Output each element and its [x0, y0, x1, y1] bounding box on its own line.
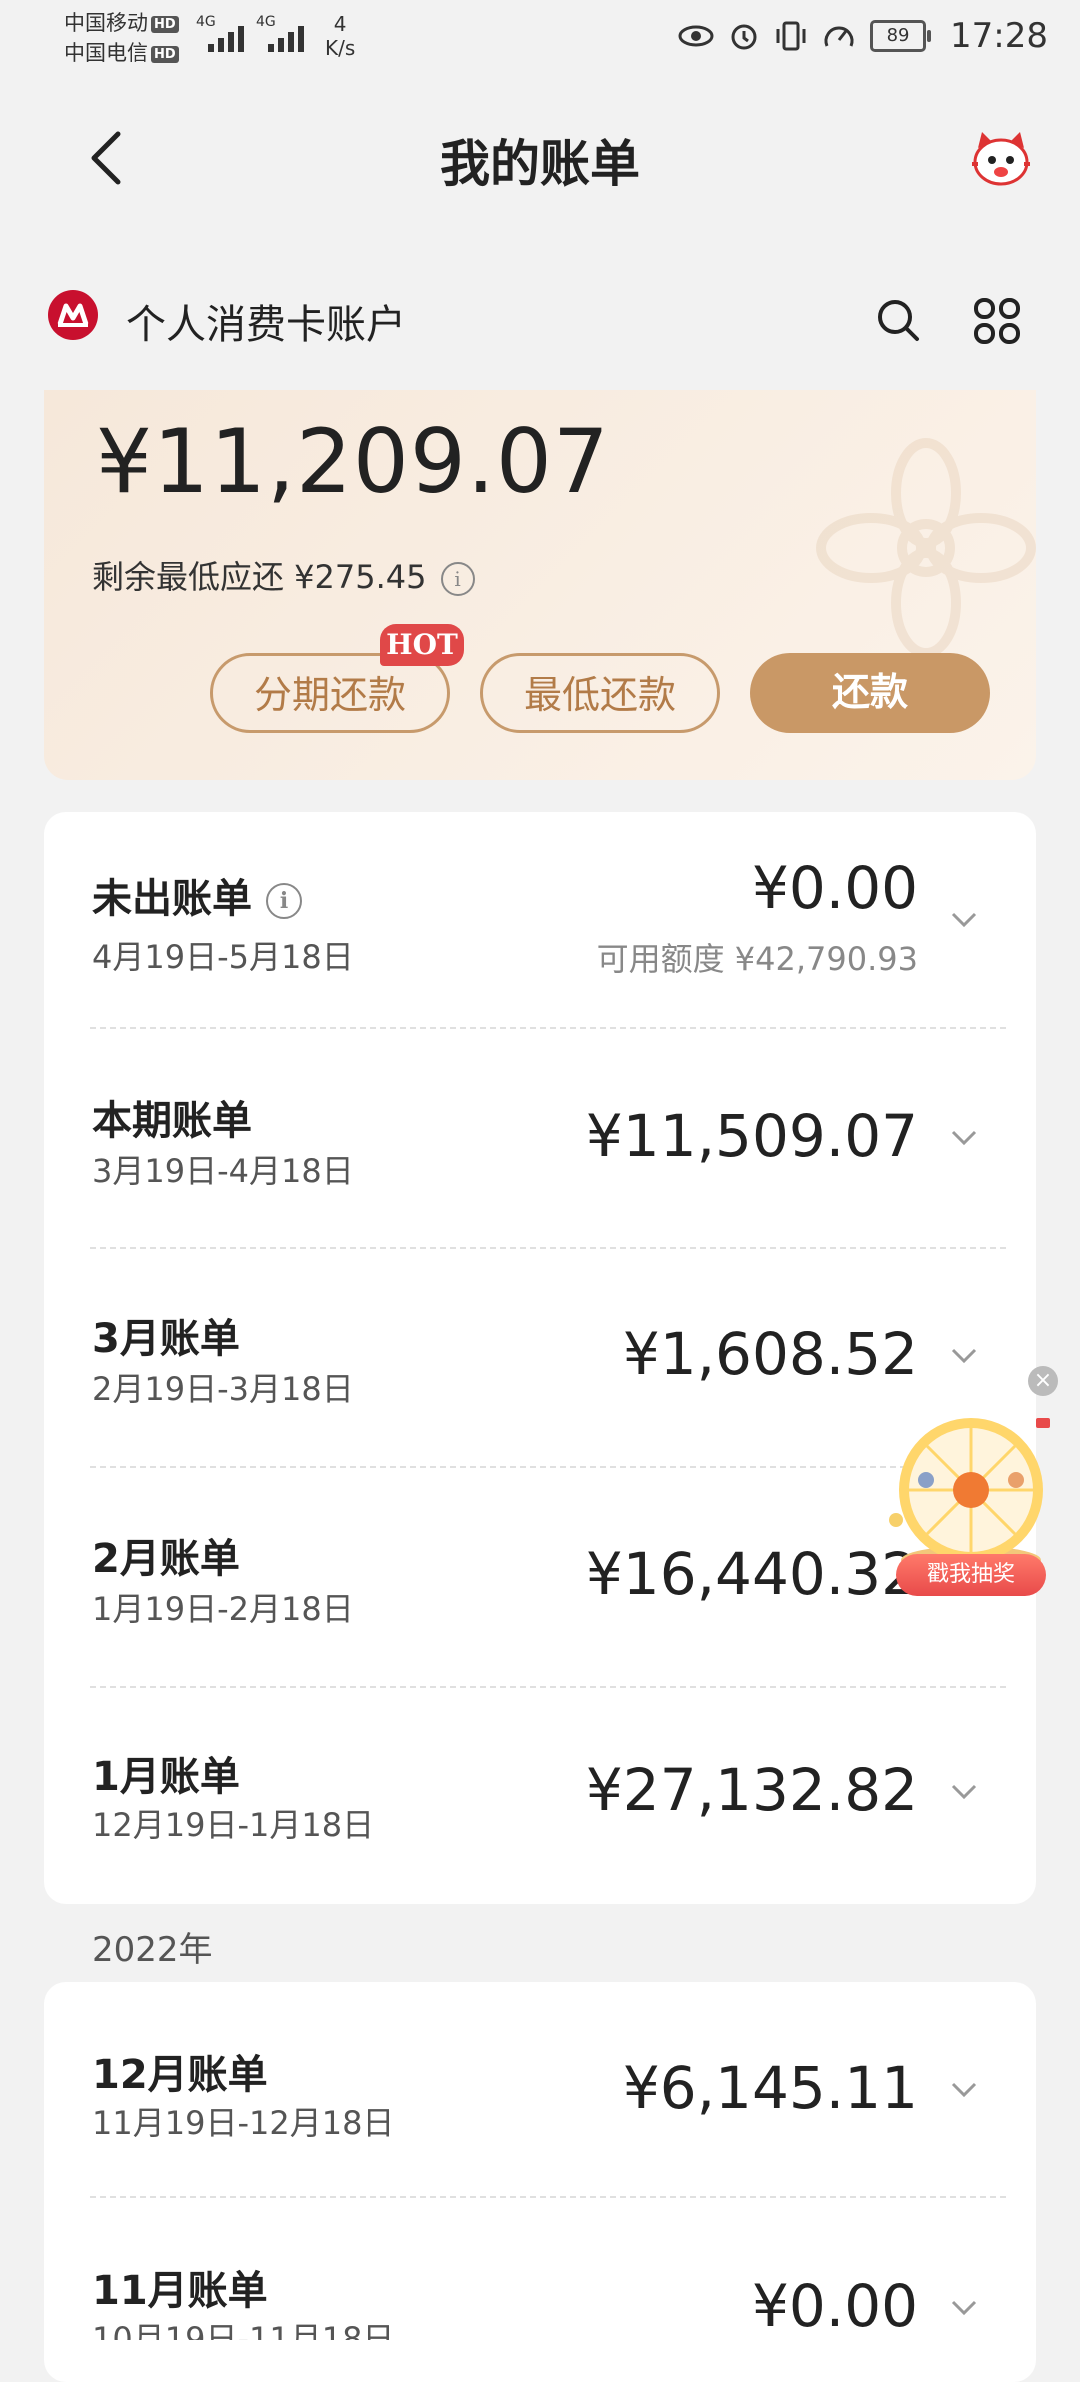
battery-icon: 89 — [870, 20, 932, 52]
flower-watermark-icon — [816, 438, 1036, 658]
vibrate-icon — [776, 21, 806, 51]
divider — [90, 1247, 1006, 1249]
carrier-1: 中国移动 — [64, 11, 148, 35]
info-icon[interactable]: i — [266, 883, 302, 919]
minimum-payment-text: 剩余最低应还 ¥275.45 — [92, 558, 427, 596]
bill-amount: ¥0.00 — [751, 2272, 918, 2340]
bill-row-december[interactable]: 12月账单 11月19日-12月18日 ¥6,145.11 — [44, 1982, 1036, 2196]
bill-row-unbilled[interactable]: 未出账单 i 4月19日-5月18日 ¥0.00 可用额度 ¥42,790.93 — [44, 812, 1036, 1026]
mascot-icon[interactable] — [968, 128, 1034, 188]
carrier-info: 中国移动 HD 中国电信 HD — [64, 8, 179, 68]
chevron-down-icon — [951, 1130, 977, 1146]
divider — [90, 1466, 1006, 1468]
divider — [90, 2196, 1006, 2198]
bill-amount: ¥1,608.52 — [622, 1320, 918, 1388]
status-icons: 89 17:28 — [678, 14, 1048, 58]
bill-range: 1月19日-2月18日 — [92, 1590, 354, 1628]
chevron-down-icon — [951, 1784, 977, 1800]
minimum-repay-button[interactable]: 最低还款 — [480, 653, 720, 733]
bill-range: 2月19日-3月18日 — [92, 1370, 354, 1408]
grid-menu-icon[interactable] — [972, 296, 1022, 346]
hd-badge: HD — [151, 15, 179, 33]
clock: 17:28 — [950, 16, 1048, 56]
bill-amount: ¥11,509.07 — [585, 1102, 918, 1170]
speed-gauge-icon — [824, 26, 854, 47]
account-name[interactable]: 个人消费卡账户 — [126, 292, 406, 350]
chevron-down-icon — [951, 2300, 977, 2316]
signal-icon — [268, 22, 314, 52]
search-icon[interactable] — [874, 296, 922, 344]
bill-amount: ¥16,440.32 — [585, 1540, 918, 1608]
bill-amount: ¥6,145.11 — [622, 2054, 918, 2122]
bill-name: 12月账单 — [92, 2052, 268, 2098]
bill-name: 本期账单 — [92, 1098, 252, 1144]
divider — [90, 1686, 1006, 1688]
bill-range: 4月19日-5月18日 — [92, 938, 354, 976]
carrier-2: 中国电信 — [64, 41, 148, 65]
bill-amount: ¥27,132.82 — [585, 1756, 918, 1824]
bill-row-current[interactable]: 本期账单 3月19日-4月18日 ¥11,509.07 — [44, 1030, 1036, 1246]
bill-name: 11月账单 — [92, 2268, 268, 2314]
bill-range: 10月19日-11月18日 — [92, 2320, 395, 2340]
hd-badge: HD — [151, 45, 179, 63]
status-bar: 中国移动 HD 中国电信 HD 4G 4G 4 K/s 89 17:28 — [0, 0, 1080, 80]
bill-name: 3月账单 — [92, 1316, 240, 1362]
total-balance: ¥11,209.07 — [96, 410, 610, 513]
bill-range: 11月19日-12月18日 — [92, 2104, 395, 2142]
bill-range: 3月19日-4月18日 — [92, 1152, 354, 1190]
network-speed: 4 K/s — [325, 12, 356, 60]
available-credit: 可用额度 ¥42,790.93 — [596, 940, 918, 978]
bill-row-january[interactable]: 1月账单 12月19日-1月18日 ¥27,132.82 — [44, 1690, 1036, 1904]
alarm-icon — [731, 24, 757, 50]
bank-logo-icon — [48, 290, 98, 340]
page-title: 我的账单 — [440, 135, 640, 193]
eye-icon — [678, 25, 714, 47]
chevron-down-icon — [951, 2082, 977, 2098]
lottery-button[interactable]: 戳我抽奖 — [896, 1554, 1046, 1596]
bill-range: 12月19日-1月18日 — [92, 1806, 375, 1844]
info-icon[interactable]: i — [440, 562, 475, 596]
close-float-button[interactable]: × — [1028, 1366, 1058, 1396]
signal-icon — [208, 22, 254, 52]
hot-badge: HOT — [380, 624, 464, 666]
divider — [90, 1027, 1006, 1029]
bill-name: 未出账单 i — [92, 866, 302, 924]
bill-row-november[interactable]: 11月账单 10月19日-11月18日 ¥0.00 — [44, 2200, 1036, 2340]
minimum-payment: 剩余最低应还 ¥275.45 i — [92, 552, 475, 598]
repay-button[interactable]: 还款 — [750, 653, 990, 733]
bill-name: 1月账单 — [92, 1754, 240, 1800]
bill-name: 2月账单 — [92, 1536, 240, 1582]
chevron-down-icon — [951, 1348, 977, 1364]
chevron-down-icon — [951, 912, 977, 928]
bill-amount: ¥0.00 — [751, 854, 918, 922]
year-label: 2022年 — [92, 1930, 213, 1970]
